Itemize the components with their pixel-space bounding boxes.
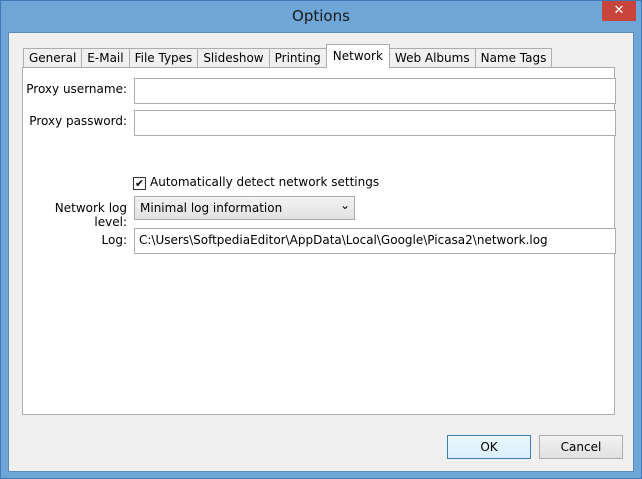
tab-strip: General E-Mail File Types Slideshow Prin… <box>23 44 553 68</box>
tab-network[interactable]: Network <box>325 44 390 68</box>
tab-general[interactable]: General <box>23 48 83 68</box>
options-window: Options ✕ General E-Mail File Types Slid… <box>0 0 642 479</box>
tab-slideshow[interactable]: Slideshow <box>197 48 270 68</box>
tab-file-types[interactable]: File Types <box>128 48 199 68</box>
proxy-password-input[interactable] <box>134 110 616 136</box>
log-label: Log: <box>101 233 127 247</box>
tab-name-tags[interactable]: Name Tags <box>474 48 553 68</box>
log-level-label: Network log level: <box>54 201 127 229</box>
title-bar[interactable]: Options ✕ <box>1 1 641 32</box>
proxy-username-input[interactable] <box>134 78 616 104</box>
tab-web-albums[interactable]: Web Albums <box>388 48 476 68</box>
log-path-input[interactable]: C:\Users\SoftpediaEditor\AppData\Local\G… <box>134 228 616 254</box>
checkmark-icon: ✔ <box>134 177 145 190</box>
network-panel: Proxy username: Proxy password: ✔ Automa… <box>22 67 616 415</box>
tab-printing[interactable]: Printing <box>268 48 327 68</box>
proxy-password-label: Proxy password: <box>29 114 127 128</box>
proxy-username-label: Proxy username: <box>26 82 127 96</box>
cancel-button[interactable]: Cancel <box>539 435 623 459</box>
auto-detect-label[interactable]: Automatically detect network settings <box>150 175 379 189</box>
dialog-body: General E-Mail File Types Slideshow Prin… <box>8 32 634 472</box>
close-button[interactable]: ✕ <box>602 1 636 21</box>
close-icon: ✕ <box>613 3 625 18</box>
auto-detect-checkbox[interactable]: ✔ <box>133 177 146 190</box>
tab-email[interactable]: E-Mail <box>81 48 130 68</box>
chevron-down-icon: ⌄ <box>339 198 350 212</box>
window-title: Options <box>292 7 350 25</box>
ok-button[interactable]: OK <box>447 435 531 459</box>
log-level-value: Minimal log information <box>140 201 283 215</box>
log-level-dropdown[interactable]: Minimal log information ⌄ <box>134 196 355 220</box>
